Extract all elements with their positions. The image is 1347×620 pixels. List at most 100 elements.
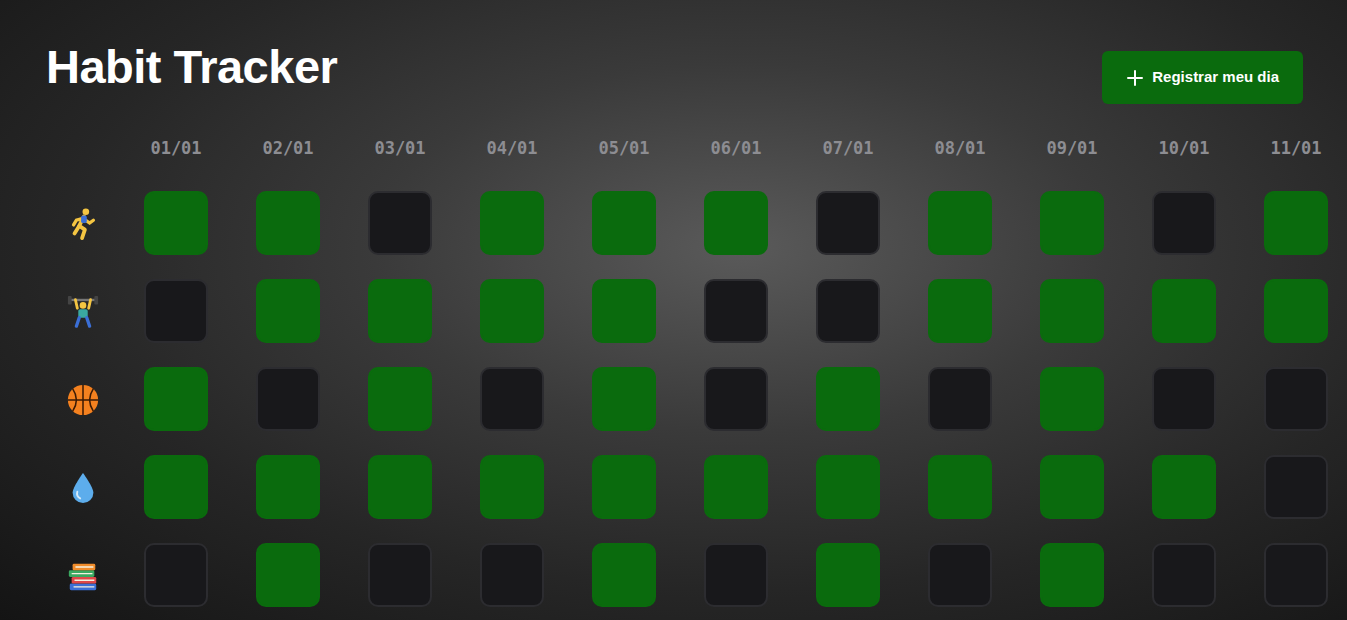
habit-day-square[interactable] (368, 543, 432, 607)
habit-day-square[interactable] (1152, 279, 1216, 343)
habit-day-square[interactable] (256, 543, 320, 607)
day-cell (1128, 191, 1240, 279)
day-cell (456, 543, 568, 620)
habit-day-square[interactable] (480, 455, 544, 519)
habit-day-square[interactable] (1264, 279, 1328, 343)
habit-day-square[interactable] (480, 279, 544, 343)
habit-grid: 01/0102/0103/0104/0105/0106/0107/0108/01… (46, 128, 1347, 620)
books-icon (66, 559, 100, 593)
habit-day-square[interactable] (256, 191, 320, 255)
habit-day-square[interactable] (256, 367, 320, 431)
habit-day-square[interactable] (816, 543, 880, 607)
habit-day-square[interactable] (1152, 191, 1216, 255)
day-cell (680, 191, 792, 279)
habit-day-square[interactable] (1152, 455, 1216, 519)
habit-day-square[interactable] (144, 191, 208, 255)
day-cell (792, 279, 904, 367)
habit-day-square[interactable] (1040, 543, 1104, 607)
day-cell (680, 543, 792, 620)
day-cell (344, 455, 456, 543)
habit-day-square[interactable] (704, 279, 768, 343)
habit-day-square[interactable] (1040, 191, 1104, 255)
day-cell (680, 455, 792, 543)
day-cell (232, 455, 344, 543)
habit-day-square[interactable] (368, 455, 432, 519)
day-cell (456, 191, 568, 279)
habit-day-square[interactable] (144, 279, 208, 343)
day-cell (344, 191, 456, 279)
register-day-label: Registrar meu dia (1152, 66, 1279, 89)
day-cell (904, 543, 1016, 620)
date-label: 06/01 (680, 128, 792, 191)
habit-day-square[interactable] (144, 543, 208, 607)
day-cell (1016, 191, 1128, 279)
day-cell (904, 279, 1016, 367)
day-cell (1128, 455, 1240, 543)
habit-icon-cell (46, 279, 120, 367)
habit-day-square[interactable] (816, 455, 880, 519)
register-day-button[interactable]: Registrar meu dia (1102, 51, 1303, 104)
day-cell (344, 543, 456, 620)
day-cell (456, 279, 568, 367)
habit-day-square[interactable] (816, 367, 880, 431)
habit-day-square[interactable] (928, 191, 992, 255)
habit-day-square[interactable] (256, 279, 320, 343)
habit-day-square[interactable] (928, 279, 992, 343)
habit-day-square[interactable] (704, 455, 768, 519)
day-cell (568, 279, 680, 367)
habit-day-square[interactable] (1152, 543, 1216, 607)
habit-day-square[interactable] (1040, 367, 1104, 431)
habit-day-square[interactable] (1040, 279, 1104, 343)
date-label: 05/01 (568, 128, 680, 191)
day-cell (680, 367, 792, 455)
day-cell (120, 543, 232, 620)
habit-day-square[interactable] (592, 455, 656, 519)
habit-day-square[interactable] (928, 367, 992, 431)
habit-day-square[interactable] (1040, 455, 1104, 519)
habit-day-square[interactable] (368, 279, 432, 343)
date-label: 02/01 (232, 128, 344, 191)
habit-day-square[interactable] (1264, 367, 1328, 431)
habit-day-square[interactable] (480, 191, 544, 255)
basketball-icon (66, 383, 100, 417)
habit-day-square[interactable] (928, 455, 992, 519)
day-cell (120, 455, 232, 543)
day-cell (1240, 367, 1347, 455)
habit-day-square[interactable] (144, 367, 208, 431)
habit-icon-cell (46, 367, 120, 455)
habit-day-square[interactable] (704, 543, 768, 607)
date-label: 08/01 (904, 128, 1016, 191)
date-label: 09/01 (1016, 128, 1128, 191)
habit-day-square[interactable] (816, 191, 880, 255)
day-cell (1240, 191, 1347, 279)
habit-day-square[interactable] (1264, 543, 1328, 607)
habit-day-square[interactable] (1264, 455, 1328, 519)
day-cell (792, 191, 904, 279)
habit-day-square[interactable] (592, 367, 656, 431)
day-cell (1016, 367, 1128, 455)
day-cell (680, 279, 792, 367)
habit-day-square[interactable] (704, 191, 768, 255)
date-label: 04/01 (456, 128, 568, 191)
day-cell (1016, 543, 1128, 620)
habit-day-square[interactable] (368, 367, 432, 431)
habit-day-square[interactable] (592, 543, 656, 607)
habit-day-square[interactable] (368, 191, 432, 255)
habit-day-square[interactable] (144, 455, 208, 519)
habit-day-square[interactable] (256, 455, 320, 519)
habit-icon-cell (46, 455, 120, 543)
habit-day-square[interactable] (1152, 367, 1216, 431)
habit-day-square[interactable] (704, 367, 768, 431)
day-cell (1016, 279, 1128, 367)
habit-day-square[interactable] (816, 279, 880, 343)
day-cell (1128, 543, 1240, 620)
day-cell (456, 455, 568, 543)
habit-day-square[interactable] (1264, 191, 1328, 255)
habit-day-square[interactable] (592, 279, 656, 343)
day-cell (1016, 455, 1128, 543)
habit-day-square[interactable] (592, 191, 656, 255)
habit-day-square[interactable] (480, 543, 544, 607)
habit-day-square[interactable] (480, 367, 544, 431)
habit-day-square[interactable] (928, 543, 992, 607)
day-cell (456, 367, 568, 455)
